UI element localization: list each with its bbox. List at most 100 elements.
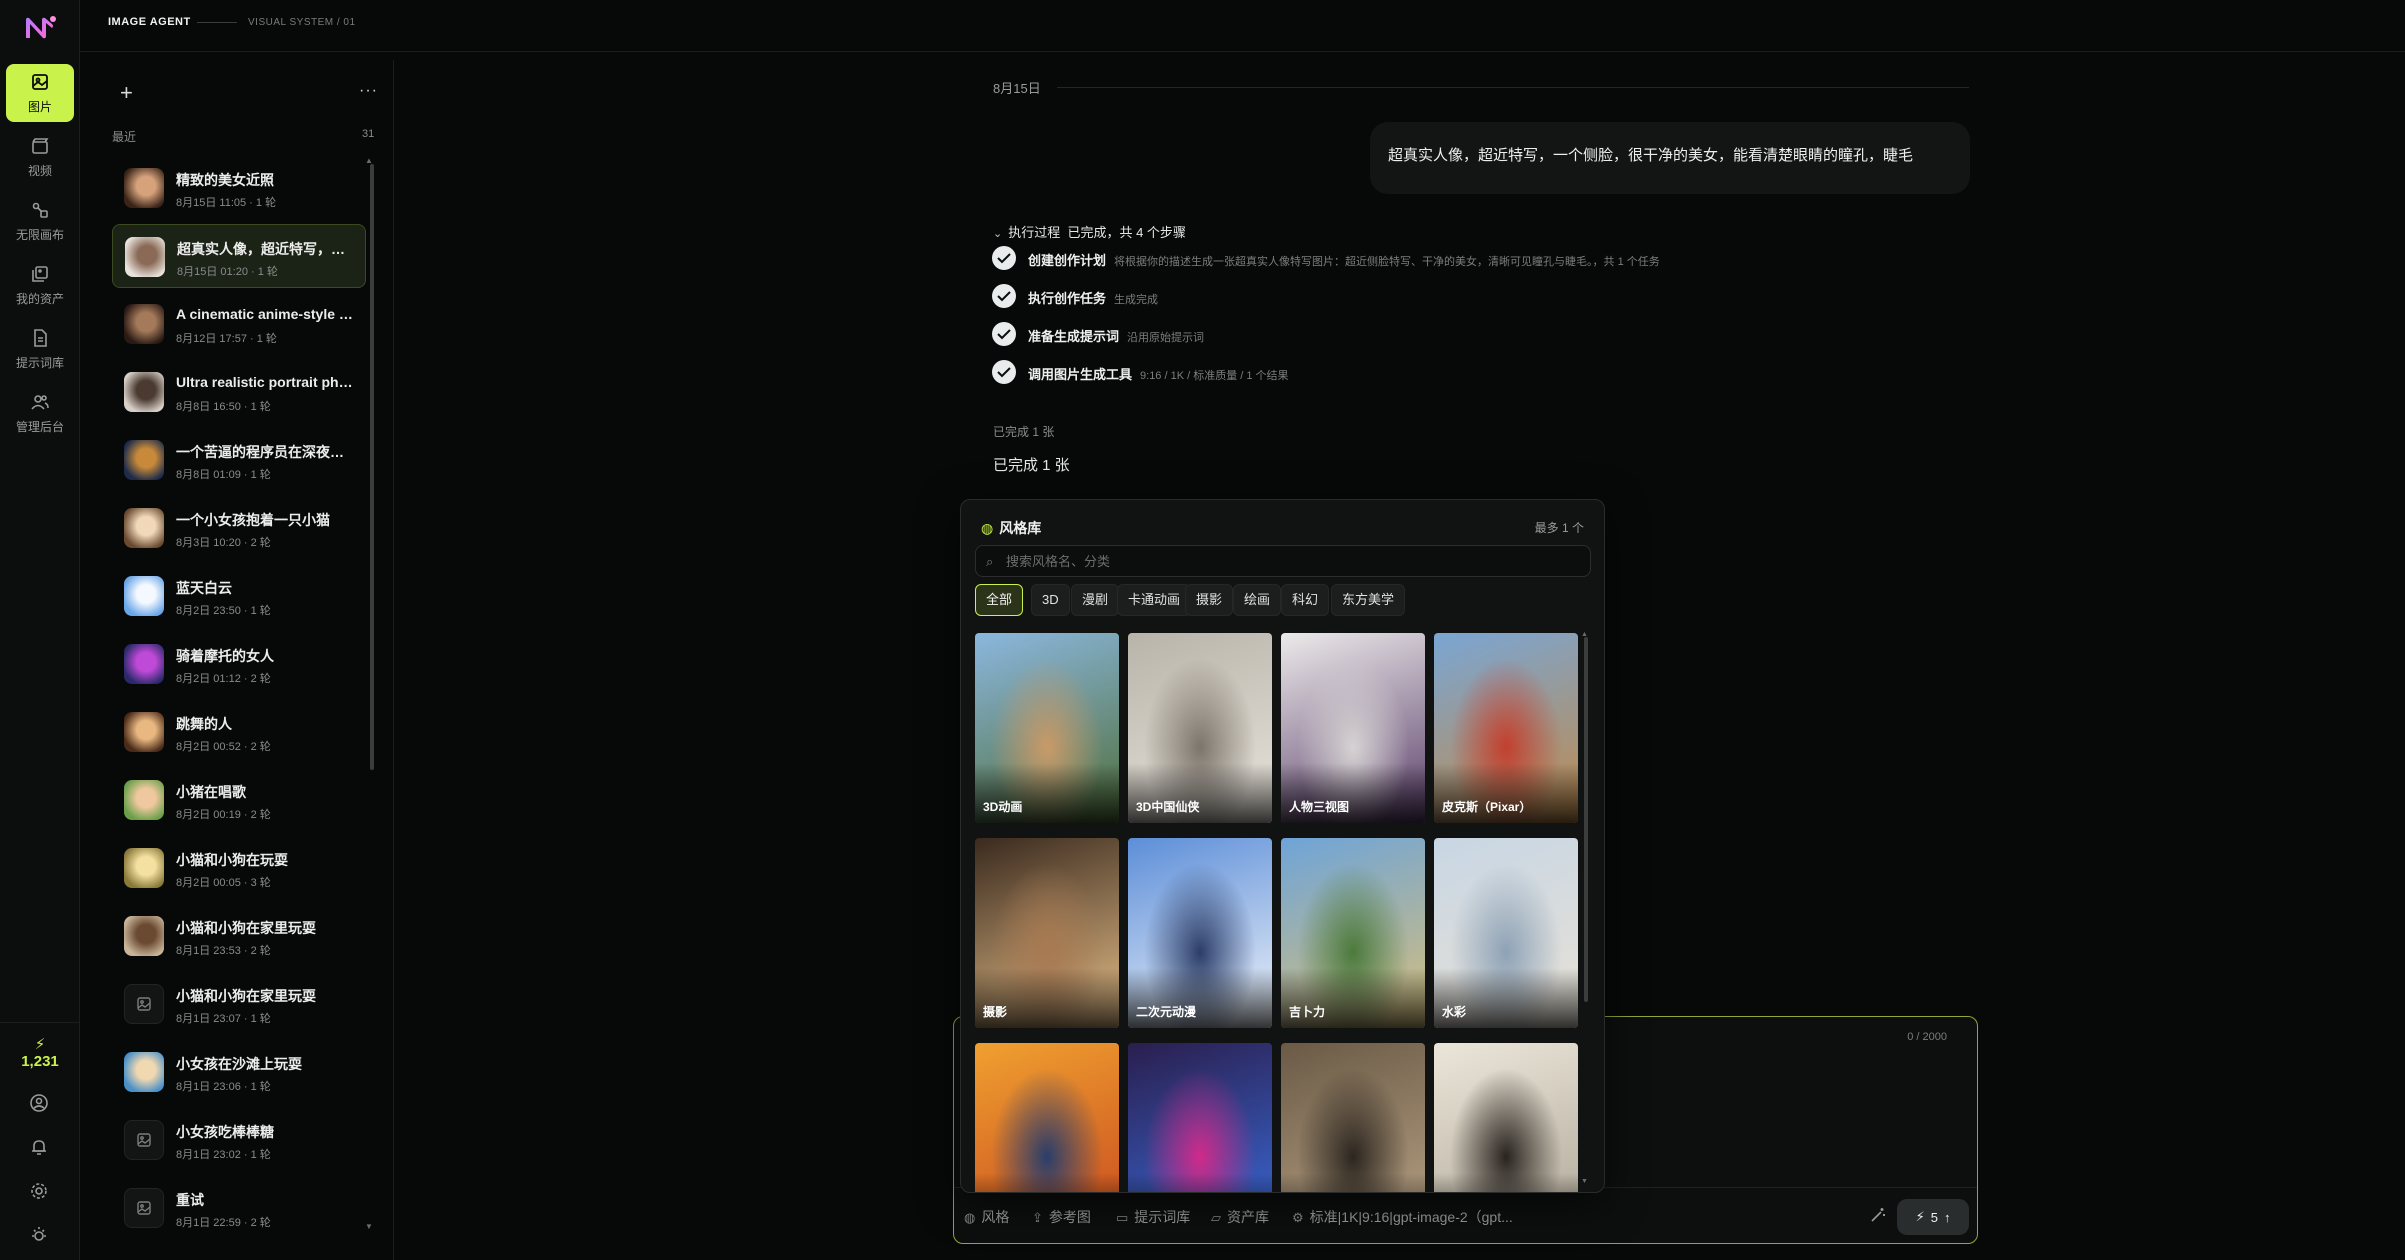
check-icon	[992, 284, 1016, 308]
session-thumbnail	[124, 168, 164, 208]
session-item[interactable]: 一个苦逼的程序员在深夜加班 8月8日 01:09 · 1 轮	[112, 428, 366, 492]
bell-icon[interactable]	[28, 1136, 52, 1160]
style-chip[interactable]: 全部	[975, 584, 1024, 616]
session-item[interactable]: 蓝天白云 8月2日 23:50 · 1 轮	[112, 564, 366, 628]
rail-item-label: 管理后台	[15, 419, 64, 434]
session-title: 一个苦逼的程序员在深夜加班	[176, 444, 356, 460]
upload-icon: ⇪	[1032, 1210, 1043, 1225]
asset-library-button[interactable]: ▱ 资产库	[1211, 1207, 1269, 1227]
style-card[interactable]: 吉卜力	[1281, 838, 1425, 1028]
session-thumbnail	[124, 712, 164, 752]
brand-divider	[197, 22, 237, 23]
style-chip[interactable]: 卡通动画	[1117, 584, 1192, 616]
send-button[interactable]: ⚡ 5 ↑	[1897, 1199, 1969, 1235]
style-card[interactable]: 摄影	[975, 838, 1119, 1028]
more-options-button[interactable]: ···	[359, 82, 378, 100]
style-card[interactable]: 水彩	[1434, 838, 1578, 1028]
credits-value: 1,231	[21, 1053, 59, 1070]
style-chip[interactable]: 绘画	[1233, 584, 1282, 616]
scroll-down-arrow[interactable]: ▼	[365, 1222, 373, 1231]
session-item[interactable]: 小女孩吃棒棒糖 8月1日 23:02 · 1 轮	[112, 1108, 366, 1172]
done-caption: 已完成 1 张	[993, 425, 1055, 439]
style-card[interactable]	[975, 1043, 1119, 1192]
session-title: 蓝天白云	[176, 580, 232, 596]
style-card[interactable]	[1281, 1043, 1425, 1192]
style-search-input[interactable]	[1006, 546, 1576, 576]
style-library-popover: ◍风格库 最多 1 个 ⌕ 全部3D漫剧卡通动画摄影绘画科幻东方美学 3D动画3…	[960, 499, 1605, 1193]
session-meta: 8月1日 23:02 · 1 轮	[176, 1149, 271, 1161]
style-card[interactable]	[1434, 1043, 1578, 1192]
rail-item-prompt-library[interactable]: 提示词库	[6, 320, 74, 378]
style-card[interactable]: 3D中国仙侠	[1128, 633, 1272, 823]
canvas-icon	[32, 202, 48, 218]
style-preview-image	[1128, 1043, 1272, 1192]
session-item[interactable]: Ultra realistic portrait photo 8月8日 16:50…	[112, 360, 366, 424]
style-card[interactable]: 人物三视图	[1281, 633, 1425, 823]
session-thumbnail	[124, 304, 164, 344]
new-session-button[interactable]: +	[120, 80, 133, 106]
style-card-label: 3D动画	[983, 800, 1023, 814]
style-grid-scrollbar[interactable]	[1584, 637, 1588, 1002]
session-item[interactable]: 一个小女孩抱着一只小猫 8月3日 10:20 · 2 轮	[112, 496, 366, 560]
grid-scroll-down-arrow[interactable]: ▼	[1581, 1178, 1588, 1185]
session-item[interactable]: 小猪在唱歌 8月2日 00:19 · 2 轮	[112, 768, 366, 832]
session-item[interactable]: 超真实人像，超近特写，一个侧脸 8月15日 01:20 · 1 轮	[112, 224, 366, 288]
style-card[interactable]: 3D动画	[975, 633, 1119, 823]
rail-item-admin[interactable]: 管理后台	[6, 384, 74, 442]
step-description: 生成完成	[1114, 294, 1159, 306]
session-meta: 8月2日 00:52 · 2 轮	[176, 741, 271, 753]
session-item[interactable]: 小女孩在沙滩上玩耍 8月1日 23:06 · 1 轮	[112, 1040, 366, 1104]
rail-item-assets[interactable]: 我的资产	[6, 256, 74, 314]
session-thumbnail	[124, 508, 164, 548]
prompt-library-button[interactable]: ▭ 提示词库	[1116, 1207, 1190, 1227]
rail-item-canvas[interactable]: 无限画布	[6, 192, 74, 250]
reference-image-button[interactable]: ⇪ 参考图	[1032, 1207, 1091, 1227]
left-rail: 图片 视频 无限画布 我的资产 提示词库 管理后台 ⚡ 1,231	[0, 0, 80, 1260]
style-tool-button[interactable]: ◍ 风格	[964, 1207, 1009, 1227]
magic-wand-icon[interactable]	[1868, 1205, 1888, 1225]
session-item[interactable]: 小猫和小狗在家里玩耍 8月1日 23:07 · 1 轮	[112, 972, 366, 1036]
session-item[interactable]: 小猫和小狗在玩耍 8月2日 00:05 · 3 轮	[112, 836, 366, 900]
settings-icon[interactable]	[28, 1180, 52, 1204]
folder-icon: ▱	[1211, 1210, 1221, 1225]
video-icon	[32, 137, 49, 154]
user-icon[interactable]	[28, 1092, 52, 1116]
theme-icon[interactable]	[28, 1224, 52, 1248]
session-meta: 8月15日 01:20 · 1 轮	[177, 266, 278, 278]
session-scrollbar[interactable]	[370, 164, 374, 770]
recent-count: 31	[362, 128, 375, 140]
style-chip[interactable]: 东方美学	[1331, 584, 1406, 616]
style-chip[interactable]: 科幻	[1281, 584, 1330, 616]
session-item[interactable]: 精致的美女近照 8月15日 11:05 · 1 轮	[112, 156, 366, 220]
session-item[interactable]: 骑着摩托的女人 8月2日 01:12 · 2 轮	[112, 632, 366, 696]
image-icon	[32, 73, 48, 90]
session-item[interactable]: 重试 8月1日 22:59 · 2 轮	[112, 1176, 366, 1240]
step-name: 调用图片生成工具 9:16 / 1K / 标准质量 / 1 个结果	[1028, 367, 1289, 382]
session-title: 骑着摩托的女人	[176, 648, 274, 664]
session-meta: 8月2日 01:12 · 2 轮	[176, 673, 271, 685]
style-preview-image	[975, 1043, 1119, 1192]
session-item[interactable]: 小猫和小狗在家里玩耍 8月1日 23:53 · 2 轮	[112, 904, 366, 968]
style-card[interactable]: 二次元动漫	[1128, 838, 1272, 1028]
step-description: 9:16 / 1K / 标准质量 / 1 个结果	[1140, 370, 1289, 382]
gear-icon: ⚙	[1292, 1210, 1304, 1225]
model-settings-button[interactable]: ⚙ 标准|1K|9:16|gpt-image-2（gpt...	[1292, 1207, 1513, 1227]
session-meta: 8月1日 22:59 · 2 轮	[176, 1217, 271, 1229]
style-card[interactable]	[1128, 1043, 1272, 1192]
session-meta: 8月1日 23:06 · 1 轮	[176, 1081, 271, 1093]
style-chip[interactable]: 3D	[1031, 584, 1070, 616]
app-logo-icon[interactable]	[22, 14, 58, 42]
rail-item-video[interactable]: 视频	[6, 128, 74, 186]
session-item[interactable]: 跳舞的人 8月2日 00:52 · 2 轮	[112, 700, 366, 764]
style-card[interactable]: 皮克斯（Pixar）	[1434, 633, 1578, 823]
style-chip[interactable]: 摄影	[1185, 584, 1234, 616]
style-card-label: 摄影	[983, 1005, 1008, 1019]
process-toggle[interactable]: ⌄ 执行过程 已完成，共 4 个步骤	[993, 222, 1186, 241]
style-card-label: 皮克斯（Pixar）	[1442, 800, 1532, 814]
rail-item-image[interactable]: 图片	[6, 64, 74, 122]
session-thumbnail	[124, 848, 164, 888]
session-item[interactable]: A cinematic anime-style render 8月12日 17:5…	[112, 292, 366, 356]
credits-balance[interactable]: ⚡ 1,231	[0, 1037, 80, 1071]
assets-icon	[32, 265, 48, 282]
style-chip[interactable]: 漫剧	[1071, 584, 1120, 616]
